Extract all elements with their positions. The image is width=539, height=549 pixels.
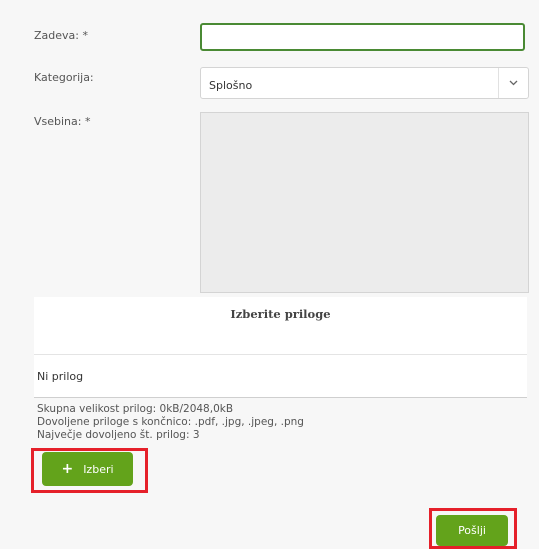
message-form: Zadeva: * Kategorija: Splošno Vsebina: *… [0,0,539,549]
category-select[interactable]: Splošno [200,67,529,99]
total-size-text: Skupna velikost prilog: 0kB/2048,0kB [37,403,234,415]
chevron-down-icon[interactable] [498,68,528,98]
content-textarea[interactable] [200,112,529,293]
plus-icon: + [61,461,74,477]
category-selected-value: Splošno [209,79,253,92]
choose-files-button[interactable]: + Izberi [42,452,133,486]
subject-input[interactable] [200,23,525,51]
category-label: Kategorija: [34,71,94,84]
attachments-divider [34,354,527,355]
send-button[interactable]: Pošlji [436,515,508,546]
attachments-info: Skupna velikost prilog: 0kB/2048,0kB Dov… [37,403,304,442]
max-count-text: Največje dovoljeno št. prilog: 3 [37,429,200,441]
content-label: Vsebina: * [34,115,91,128]
attachments-empty-text: Ni prilog [37,370,84,383]
attachments-title: Izberite priloge [230,307,331,321]
allowed-extensions-text: Dovoljene priloge s končnico: .pdf, .jpg… [37,416,304,428]
choose-files-label: Izberi [83,462,114,476]
subject-label: Zadeva: * [34,29,88,42]
attachments-panel: Izberite priloge Ni prilog [34,297,527,398]
